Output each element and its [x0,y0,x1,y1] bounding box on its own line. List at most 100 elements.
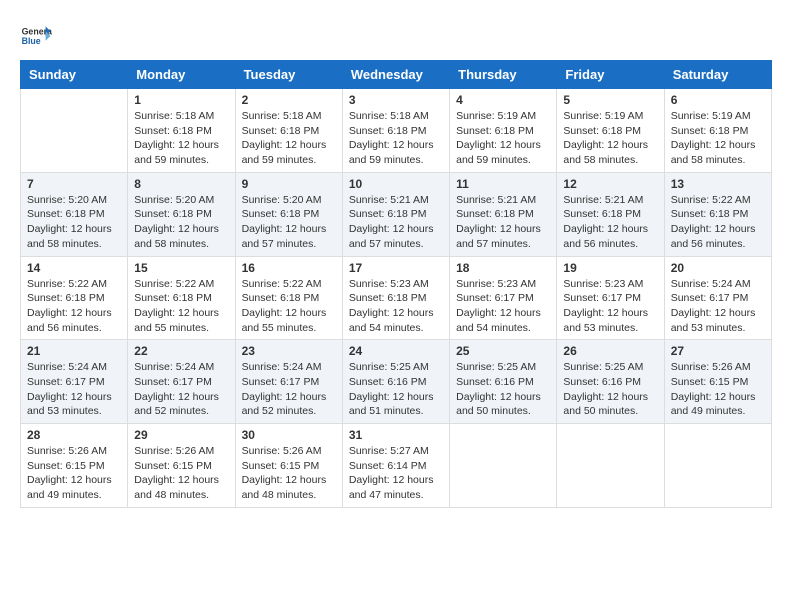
day-info: Sunrise: 5:19 AM Sunset: 6:18 PM Dayligh… [456,109,550,168]
logo: General Blue [20,20,52,52]
day-number: 12 [563,177,657,191]
day-info: Sunrise: 5:20 AM Sunset: 6:18 PM Dayligh… [134,193,228,252]
header-day-sunday: Sunday [21,61,128,89]
day-info: Sunrise: 5:24 AM Sunset: 6:17 PM Dayligh… [27,360,121,419]
day-number: 13 [671,177,765,191]
calendar-week-row: 28 Sunrise: 5:26 AM Sunset: 6:15 PM Dayli… [21,424,772,508]
day-number: 3 [349,93,443,107]
calendar-cell: 3 Sunrise: 5:18 AM Sunset: 6:18 PM Daylig… [342,89,449,173]
header: General Blue [20,20,772,52]
day-number: 20 [671,261,765,275]
calendar-cell: 7Sunrise: 5:20 AM Sunset: 6:18 PM Daylig… [21,172,128,256]
calendar-cell: 28 Sunrise: 5:26 AM Sunset: 6:15 PM Dayli… [21,424,128,508]
calendar-cell: 10 Sunrise: 5:21 AM Sunset: 6:18 PM Dayli… [342,172,449,256]
calendar-cell: 31 Sunrise: 5:27 AM Sunset: 6:14 PM Dayli… [342,424,449,508]
calendar-cell [21,89,128,173]
calendar-cell: 20 Sunrise: 5:24 AM Sunset: 6:17 PM Dayli… [664,256,771,340]
calendar-cell: 29 Sunrise: 5:26 AM Sunset: 6:15 PM Dayli… [128,424,235,508]
day-number: 29 [134,428,228,442]
day-info: Sunrise: 5:23 AM Sunset: 6:18 PM Dayligh… [349,277,443,336]
day-info: Sunrise: 5:25 AM Sunset: 6:16 PM Dayligh… [456,360,550,419]
calendar-cell: 8 Sunrise: 5:20 AM Sunset: 6:18 PM Daylig… [128,172,235,256]
calendar-cell: 11 Sunrise: 5:21 AM Sunset: 6:18 PM Dayli… [450,172,557,256]
calendar-cell: 13 Sunrise: 5:22 AM Sunset: 6:18 PM Dayli… [664,172,771,256]
calendar-cell: 4 Sunrise: 5:19 AM Sunset: 6:18 PM Daylig… [450,89,557,173]
day-number: 25 [456,344,550,358]
header-day-tuesday: Tuesday [235,61,342,89]
day-number: 6 [671,93,765,107]
day-info: Sunrise: 5:26 AM Sunset: 6:15 PM Dayligh… [134,444,228,503]
day-number: 11 [456,177,550,191]
day-info: Sunrise: 5:22 AM Sunset: 6:18 PM Dayligh… [671,193,765,252]
day-number: 24 [349,344,443,358]
day-info: Sunrise: 5:26 AM Sunset: 6:15 PM Dayligh… [242,444,336,503]
calendar-cell [664,424,771,508]
day-info: Sunrise: 5:21 AM Sunset: 6:18 PM Dayligh… [349,193,443,252]
day-info: Sunrise: 5:18 AM Sunset: 6:18 PM Dayligh… [349,109,443,168]
calendar-cell: 24 Sunrise: 5:25 AM Sunset: 6:16 PM Dayli… [342,340,449,424]
day-info: Sunrise: 5:19 AM Sunset: 6:18 PM Dayligh… [671,109,765,168]
day-number: 27 [671,344,765,358]
day-number: 17 [349,261,443,275]
calendar-cell: 19 Sunrise: 5:23 AM Sunset: 6:17 PM Dayli… [557,256,664,340]
day-number: 7 [27,177,121,191]
calendar-cell: 23Sunrise: 5:24 AM Sunset: 6:17 PM Dayli… [235,340,342,424]
calendar-cell: 17 Sunrise: 5:23 AM Sunset: 6:18 PM Dayli… [342,256,449,340]
day-number: 23 [242,344,336,358]
day-number: 4 [456,93,550,107]
calendar-header-row: SundayMondayTuesdayWednesdayThursdayFrid… [21,61,772,89]
svg-text:Blue: Blue [22,36,41,46]
calendar-week-row: 7 Sunrise: 5:20 AM Sunset: 6:18 PM Daylig… [21,172,772,256]
logo-icon: General Blue [20,20,52,52]
calendar-cell: 5 Sunrise: 5:19 AM Sunset: 6:18 PM Daylig… [557,89,664,173]
day-number: 30 [242,428,336,442]
day-info: Sunrise: 5:23 AM Sunset: 6:17 PM Dayligh… [563,277,657,336]
day-number: 10 [349,177,443,191]
day-number: 19 [563,261,657,275]
day-number: 1 [134,93,228,107]
day-info: Sunrise: 5:21 AM Sunset: 6:18 PM Dayligh… [563,193,657,252]
calendar-week-row: 1 Sunrise: 5:18 AM Sunset: 6:18 PM Daylig… [21,89,772,173]
day-number: 28 [27,428,121,442]
day-info: Sunrise: 5:24 AM Sunset: 6:17 PM Dayligh… [134,360,228,419]
day-info: Sunrise: 5:27 AM Sunset: 6:14 PM Dayligh… [349,444,443,503]
calendar-cell: 14Sunrise: 5:22 AM Sunset: 6:18 PM Dayli… [21,256,128,340]
day-info: Sunrise: 5:22 AM Sunset: 6:18 PM Dayligh… [27,277,121,336]
day-number: 31 [349,428,443,442]
calendar-cell: 26Sunrise: 5:25 AM Sunset: 6:16 PM Dayli… [557,340,664,424]
day-info: Sunrise: 5:24 AM Sunset: 6:17 PM Dayligh… [671,277,765,336]
calendar-cell: 21 Sunrise: 5:24 AM Sunset: 6:17 PM Dayli… [21,340,128,424]
day-info: Sunrise: 5:22 AM Sunset: 6:18 PM Dayligh… [242,277,336,336]
day-number: 2 [242,93,336,107]
calendar-week-row: 21 Sunrise: 5:24 AM Sunset: 6:17 PM Dayli… [21,340,772,424]
day-number: 15 [134,261,228,275]
day-number: 26 [563,344,657,358]
calendar-cell: 30 Sunrise: 5:26 AM Sunset: 6:15 PM Dayli… [235,424,342,508]
calendar-cell: 25 Sunrise: 5:25 AM Sunset: 6:16 PM Dayli… [450,340,557,424]
calendar-cell [450,424,557,508]
day-info: Sunrise: 5:21 AM Sunset: 6:18 PM Dayligh… [456,193,550,252]
day-number: 8 [134,177,228,191]
calendar-cell: 16Sunrise: 5:22 AM Sunset: 6:18 PM Dayli… [235,256,342,340]
day-number: 5 [563,93,657,107]
header-day-thursday: Thursday [450,61,557,89]
header-day-monday: Monday [128,61,235,89]
header-day-friday: Friday [557,61,664,89]
day-info: Sunrise: 5:19 AM Sunset: 6:18 PM Dayligh… [563,109,657,168]
calendar-cell: 22Sunrise: 5:24 AM Sunset: 6:17 PM Dayli… [128,340,235,424]
day-info: Sunrise: 5:26 AM Sunset: 6:15 PM Dayligh… [27,444,121,503]
calendar-cell: 18Sunrise: 5:23 AM Sunset: 6:17 PM Dayli… [450,256,557,340]
calendar-table: SundayMondayTuesdayWednesdayThursdayFrid… [20,60,772,508]
day-number: 9 [242,177,336,191]
day-info: Sunrise: 5:25 AM Sunset: 6:16 PM Dayligh… [349,360,443,419]
calendar-cell: 9 Sunrise: 5:20 AM Sunset: 6:18 PM Daylig… [235,172,342,256]
day-info: Sunrise: 5:18 AM Sunset: 6:18 PM Dayligh… [134,109,228,168]
header-day-saturday: Saturday [664,61,771,89]
calendar-cell: 2Sunrise: 5:18 AM Sunset: 6:18 PM Daylig… [235,89,342,173]
header-day-wednesday: Wednesday [342,61,449,89]
calendar-cell: 1 Sunrise: 5:18 AM Sunset: 6:18 PM Daylig… [128,89,235,173]
day-number: 21 [27,344,121,358]
day-info: Sunrise: 5:20 AM Sunset: 6:18 PM Dayligh… [242,193,336,252]
calendar-week-row: 14Sunrise: 5:22 AM Sunset: 6:18 PM Dayli… [21,256,772,340]
calendar-cell: 15Sunrise: 5:22 AM Sunset: 6:18 PM Dayli… [128,256,235,340]
